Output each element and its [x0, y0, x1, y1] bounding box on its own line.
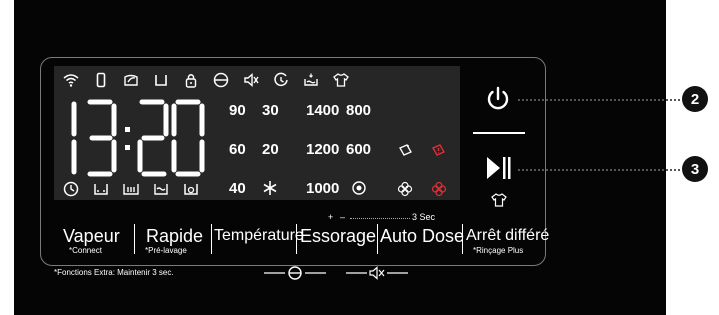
separator: [211, 224, 212, 254]
rapide-sub-label: *Pré-lavage: [145, 246, 187, 255]
softener-alert-icon: [430, 181, 448, 197]
arret-differe-button[interactable]: Arrêt différé: [466, 227, 549, 245]
essorage-button[interactable]: Essorage: [300, 226, 376, 247]
temp-value: 20: [262, 141, 279, 158]
rapide-button[interactable]: Rapide: [146, 226, 203, 247]
lock-icon: [182, 72, 200, 88]
basket-icon: [152, 72, 170, 88]
drum-icon: [212, 72, 230, 88]
minus-hint: –: [340, 212, 346, 222]
hold-hint: 3 Sec: [412, 212, 436, 222]
spin-value: 1400: [306, 102, 340, 119]
divider: [473, 132, 525, 134]
play-pause-icon: [487, 157, 511, 179]
mute-icon: [242, 72, 260, 88]
separator: [296, 224, 297, 254]
temp-value: 40: [229, 180, 246, 197]
eco-icon: [122, 72, 140, 88]
temp-value: 30: [262, 102, 279, 119]
temp-value: 90: [229, 102, 246, 119]
shirt-plus-icon: [490, 192, 508, 208]
temperature-button[interactable]: Température: [214, 227, 304, 245]
temp-value: 60: [229, 141, 246, 158]
snowflake-icon: [261, 180, 279, 196]
plus-hint: +: [328, 212, 334, 222]
shirt-icon: [332, 72, 350, 88]
mute-combo-icon: [344, 265, 410, 281]
callout-badge: 3: [682, 156, 708, 182]
separator: [462, 224, 463, 254]
spin-value: 800: [346, 102, 372, 119]
spin-value: 600: [346, 141, 372, 158]
hint-line: [350, 218, 410, 219]
softener-icon: [396, 181, 414, 197]
callout-line: [518, 99, 680, 101]
callout-badge: 2: [682, 86, 708, 112]
wifi-icon: [62, 72, 80, 88]
no-spin-icon: [350, 180, 368, 196]
start-pause-button[interactable]: [484, 155, 514, 181]
phone-icon: [92, 72, 110, 88]
spin-value: 1000: [306, 180, 340, 197]
drum-low-icon: [92, 181, 110, 197]
time-display: [58, 98, 208, 178]
spin-value: 1200: [306, 141, 340, 158]
power-icon: [487, 86, 509, 110]
clock-icon: [62, 181, 80, 197]
detergent-alert-icon: [430, 142, 448, 158]
power-button[interactable]: [482, 83, 514, 115]
arret-sub-label: *Rinçage Plus: [473, 246, 524, 255]
auto-dose-button[interactable]: Auto Dose: [380, 226, 464, 247]
vapeur-button[interactable]: Vapeur: [63, 226, 120, 247]
tub-steam-icon: [182, 181, 200, 197]
detergent-icon: [396, 142, 414, 158]
timer-icon: [272, 72, 290, 88]
callout-line: [518, 169, 680, 171]
footer-note: *Fonctions Extra: Maintenir 3 sec.: [54, 268, 174, 277]
tub-wave-icon: [152, 181, 170, 197]
drum-high-icon: [122, 181, 140, 197]
vapeur-sub-label: *Connect: [69, 246, 102, 255]
drum-combo-icon: [262, 265, 328, 281]
separator: [377, 224, 378, 254]
tub-icon: [302, 72, 320, 88]
separator: [134, 224, 135, 254]
